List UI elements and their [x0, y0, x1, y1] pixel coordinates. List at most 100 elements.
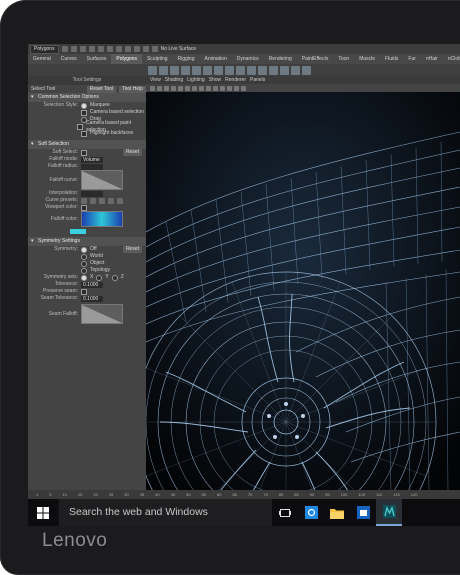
poly-cube-icon[interactable] — [159, 65, 168, 75]
shelf-tab[interactable]: Fur — [403, 54, 421, 64]
interpolation-dropdown[interactable] — [81, 190, 103, 197]
viewport-menu-item[interactable]: Shading — [165, 77, 183, 83]
viewport-color-checkbox[interactable] — [81, 204, 87, 211]
viewport-menu-item[interactable]: Show — [209, 77, 222, 83]
camera-paint-checkbox[interactable] — [77, 123, 84, 130]
falloff-mode-dropdown[interactable]: Volume — [81, 156, 103, 163]
wireframe-icon[interactable] — [199, 85, 204, 91]
open-scene-icon[interactable] — [70, 46, 77, 52]
shelf-tab[interactable]: Muscle — [354, 54, 380, 64]
snap-curve-icon[interactable] — [142, 46, 149, 52]
image-plane-icon[interactable] — [171, 85, 176, 91]
select-camera-icon[interactable] — [150, 85, 155, 91]
xray-icon[interactable] — [241, 85, 246, 91]
viewport-menu-item[interactable]: Panels — [250, 77, 265, 83]
shelf-tab[interactable]: Dynamics — [232, 54, 264, 64]
falloff-color-ramp[interactable] — [81, 211, 123, 227]
task-view-button[interactable] — [272, 499, 298, 526]
file-explorer-button[interactable] — [324, 499, 350, 526]
shelf-tab[interactable]: Rendering — [264, 54, 297, 64]
maya-app-button[interactable] — [376, 499, 402, 526]
multi-cut-icon[interactable] — [280, 65, 289, 75]
resolution-gate-icon[interactable] — [192, 85, 197, 91]
axis-x-radio[interactable] — [81, 274, 87, 281]
marquee-radio[interactable] — [81, 102, 87, 109]
preset-icon[interactable] — [117, 197, 123, 204]
reset-tool-button[interactable]: Reset Tool — [86, 85, 117, 93]
shelf-tab[interactable]: nHair — [421, 54, 443, 64]
3d-viewport[interactable] — [146, 92, 460, 490]
seam-tolerance-field[interactable]: 0.1000 — [81, 295, 103, 302]
save-scene-icon[interactable] — [79, 46, 86, 52]
common-selection-section[interactable]: Common Selection Options — [28, 93, 146, 102]
start-button[interactable] — [28, 499, 58, 526]
settings-app-button[interactable] — [298, 499, 324, 526]
shelf-tab[interactable]: General — [28, 54, 56, 64]
symmetry-off-radio[interactable] — [81, 246, 87, 253]
poly-sphere-icon[interactable] — [148, 65, 157, 75]
seam-falloff-graph[interactable] — [81, 304, 123, 324]
redo-icon[interactable] — [97, 46, 104, 52]
snap-point-icon[interactable] — [151, 46, 158, 52]
soft-select-checkbox[interactable] — [81, 149, 87, 156]
preset-icon[interactable] — [108, 197, 114, 204]
shelf-tab[interactable]: nCloth — [443, 54, 460, 64]
bevel-icon[interactable] — [258, 65, 267, 75]
combine-icon[interactable] — [214, 65, 223, 75]
falloff-curve-graph[interactable] — [81, 170, 123, 190]
extrude-icon[interactable] — [236, 65, 245, 75]
symmetry-reset-button[interactable]: Reset — [122, 246, 142, 253]
shelf-tab[interactable]: Polygons — [111, 54, 142, 64]
preset-icon[interactable] — [81, 197, 87, 204]
timeline[interactable]: 1 5 10 15 20 25 30 35 40 45 50 55 60 65 70 75 80 85 90 95 10… — [28, 490, 460, 499]
tolerance-field[interactable]: 0.1000 — [81, 281, 103, 288]
axis-y-radio[interactable] — [96, 274, 103, 281]
falloff-radius-field[interactable] — [81, 163, 103, 170]
tool-help-button[interactable]: Tool Help — [119, 85, 146, 93]
lock-camera-icon[interactable] — [157, 85, 162, 91]
preset-icon[interactable] — [90, 197, 96, 204]
mode-selector[interactable]: Polygons — [30, 44, 59, 54]
soft-reset-button[interactable]: Reset — [122, 149, 142, 156]
live-surface-label[interactable]: No Live Surface — [161, 46, 197, 52]
shelf-tab[interactable]: Fluids — [380, 54, 403, 64]
soft-selection-section[interactable]: Soft Selection — [28, 140, 146, 149]
taskbar-search-box[interactable]: Search the web and Windows — [58, 499, 272, 526]
symmetry-topology-radio[interactable] — [81, 267, 87, 274]
poly-cylinder-icon[interactable] — [170, 65, 179, 75]
viewport-menu-item[interactable]: Lighting — [187, 77, 205, 83]
preset-icon[interactable] — [99, 197, 105, 204]
poly-torus-icon[interactable] — [203, 65, 212, 75]
select-by-component-icon[interactable] — [124, 46, 131, 52]
shelf-tab[interactable]: Toon — [333, 54, 354, 64]
snap-grid-icon[interactable] — [133, 46, 140, 52]
viewport-menu-item[interactable]: Renderer — [225, 77, 246, 83]
textured-icon[interactable] — [213, 85, 218, 91]
shelf-tab[interactable]: Surfaces — [82, 54, 112, 64]
separate-icon[interactable] — [225, 65, 234, 75]
shelf-tab[interactable]: Animation — [200, 54, 232, 64]
smooth-icon[interactable] — [269, 65, 278, 75]
target-weld-icon[interactable] — [291, 65, 300, 75]
smooth-shade-icon[interactable] — [206, 85, 211, 91]
isolate-icon[interactable] — [234, 85, 239, 91]
shelf-tab[interactable]: Curves — [56, 54, 82, 64]
select-by-object-icon[interactable] — [115, 46, 122, 52]
poly-cone-icon[interactable] — [181, 65, 190, 75]
symmetry-world-radio[interactable] — [81, 253, 87, 260]
symmetry-section[interactable]: Symmetry Settings — [28, 237, 146, 246]
viewport-menu-item[interactable]: View — [150, 77, 161, 83]
new-scene-icon[interactable] — [61, 46, 68, 52]
shelf-tab[interactable]: PaintEffects — [297, 54, 334, 64]
select-by-hierarchy-icon[interactable] — [106, 46, 113, 52]
camera-based-checkbox[interactable] — [81, 109, 87, 116]
shelf-tab[interactable]: Rigging — [173, 54, 200, 64]
lights-icon[interactable] — [220, 85, 225, 91]
grid-icon[interactable] — [178, 85, 183, 91]
symmetry-object-radio[interactable] — [81, 260, 87, 267]
highlight-backfaces-checkbox[interactable] — [81, 130, 87, 137]
shelf-tab[interactable]: Sculpting — [142, 54, 173, 64]
falloff-color-swatch[interactable] — [70, 229, 86, 234]
bookmarks-icon[interactable] — [164, 85, 169, 91]
uv-editor-icon[interactable] — [302, 65, 311, 75]
